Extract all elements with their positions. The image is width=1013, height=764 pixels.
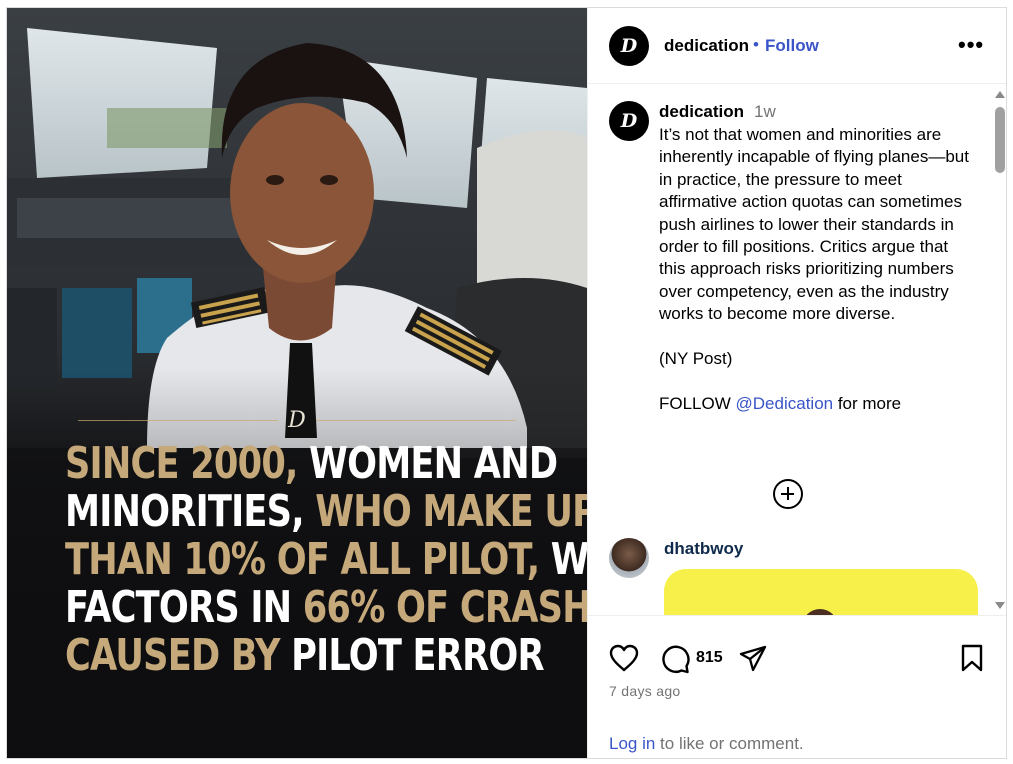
follow-suffix: for more [833,393,902,413]
scroll-up-arrow-icon[interactable] [995,91,1005,98]
commenter-username[interactable]: dhatbwoy [664,539,743,559]
post-image[interactable]: D SINCE 2000, WOMEN AND MINORITIES, WHO M… [7,8,587,758]
login-suffix: to like or comment. [655,734,804,753]
login-prompt: Log in to like or comment. [609,734,804,754]
headline-segment: WOMEN AND [309,438,558,489]
author-avatar[interactable]: D [609,26,649,66]
headline-segment: PILOT ERROR [291,630,545,681]
post-date[interactable]: 7 days ago [609,683,681,699]
headline-segment: MINORITIES, [65,486,316,537]
headline-line: CAUSED BY PILOT ERROR [65,630,545,681]
login-link[interactable]: Log in [609,734,655,753]
add-comment-icon[interactable] [773,479,803,509]
scrollbar-thumb[interactable] [995,107,1005,173]
post-caption: It’s not that women and minorities are i… [659,124,969,438]
headline-segment: CAUSED BY [65,630,292,681]
mention-link[interactable]: @Dedication [736,394,834,413]
headline-segment: 66% OF CRASHES [302,582,587,633]
caption-author-username[interactable]: dedication [659,102,744,122]
image-headline: SINCE 2000, WOMEN AND MINORITIES, WHO MAK… [65,438,587,681]
headline-line: MINORITIES, WHO MAKE UP LESS [65,486,587,537]
comments-section[interactable]: D dedication 1w It’s not that women and … [588,85,1006,615]
headline-segment: WERE [550,534,587,585]
caption-paragraph: It’s not that women and minorities are i… [659,125,969,324]
brand-watermark: D [7,405,587,435]
comment-bubble-icon[interactable] [660,644,690,674]
comments-scrollbar[interactable] [992,85,1006,615]
headline-segment: SINCE 2000, [65,438,310,489]
post-modal: D SINCE 2000, WOMEN AND MINORITIES, WHO M… [6,7,1007,759]
caption-author-avatar[interactable]: D [609,101,649,141]
caption-timestamp[interactable]: 1w [754,102,776,122]
comment-count: 815 [696,649,723,666]
brand-logo: D [288,407,306,433]
comment-media[interactable] [664,569,978,615]
headline-segment: WHO MAKE UP LESS [315,486,587,537]
caption-follow-line: FOLLOW @Dedication for more [659,393,969,415]
headline-line: THAN 10% OF ALL PILOT, WERE [65,536,587,584]
caption-source: (NY Post) [659,349,733,369]
follow-prefix: FOLLOW [659,393,736,413]
follow-button[interactable]: Follow [765,36,819,56]
more-options-icon[interactable]: ••• [958,32,984,58]
header-separator: • [753,35,759,54]
post-actions: 815 7 days ago Log in to like or comment… [588,615,1006,758]
commenter-avatar[interactable] [609,538,649,578]
divider-line-left [78,419,279,421]
headline-line: FACTORS IN 66% OF CRASHES [65,582,587,633]
headline-line: SINCE 2000, WOMEN AND [65,438,558,489]
scroll-down-arrow-icon[interactable] [995,602,1005,609]
headline-segment: FACTORS IN [65,582,303,633]
author-username[interactable]: dedication [664,36,749,56]
post-header: D dedication • Follow ••• [588,8,1006,84]
share-send-icon[interactable] [738,645,768,673]
like-heart-icon[interactable] [609,644,639,672]
headline-segment: THAN 10% OF ALL PILOT, [65,534,551,585]
divider-line-right [315,419,516,421]
post-details-panel: D dedication • Follow ••• D dedication 1… [587,8,1006,758]
save-bookmark-icon[interactable] [959,644,985,672]
